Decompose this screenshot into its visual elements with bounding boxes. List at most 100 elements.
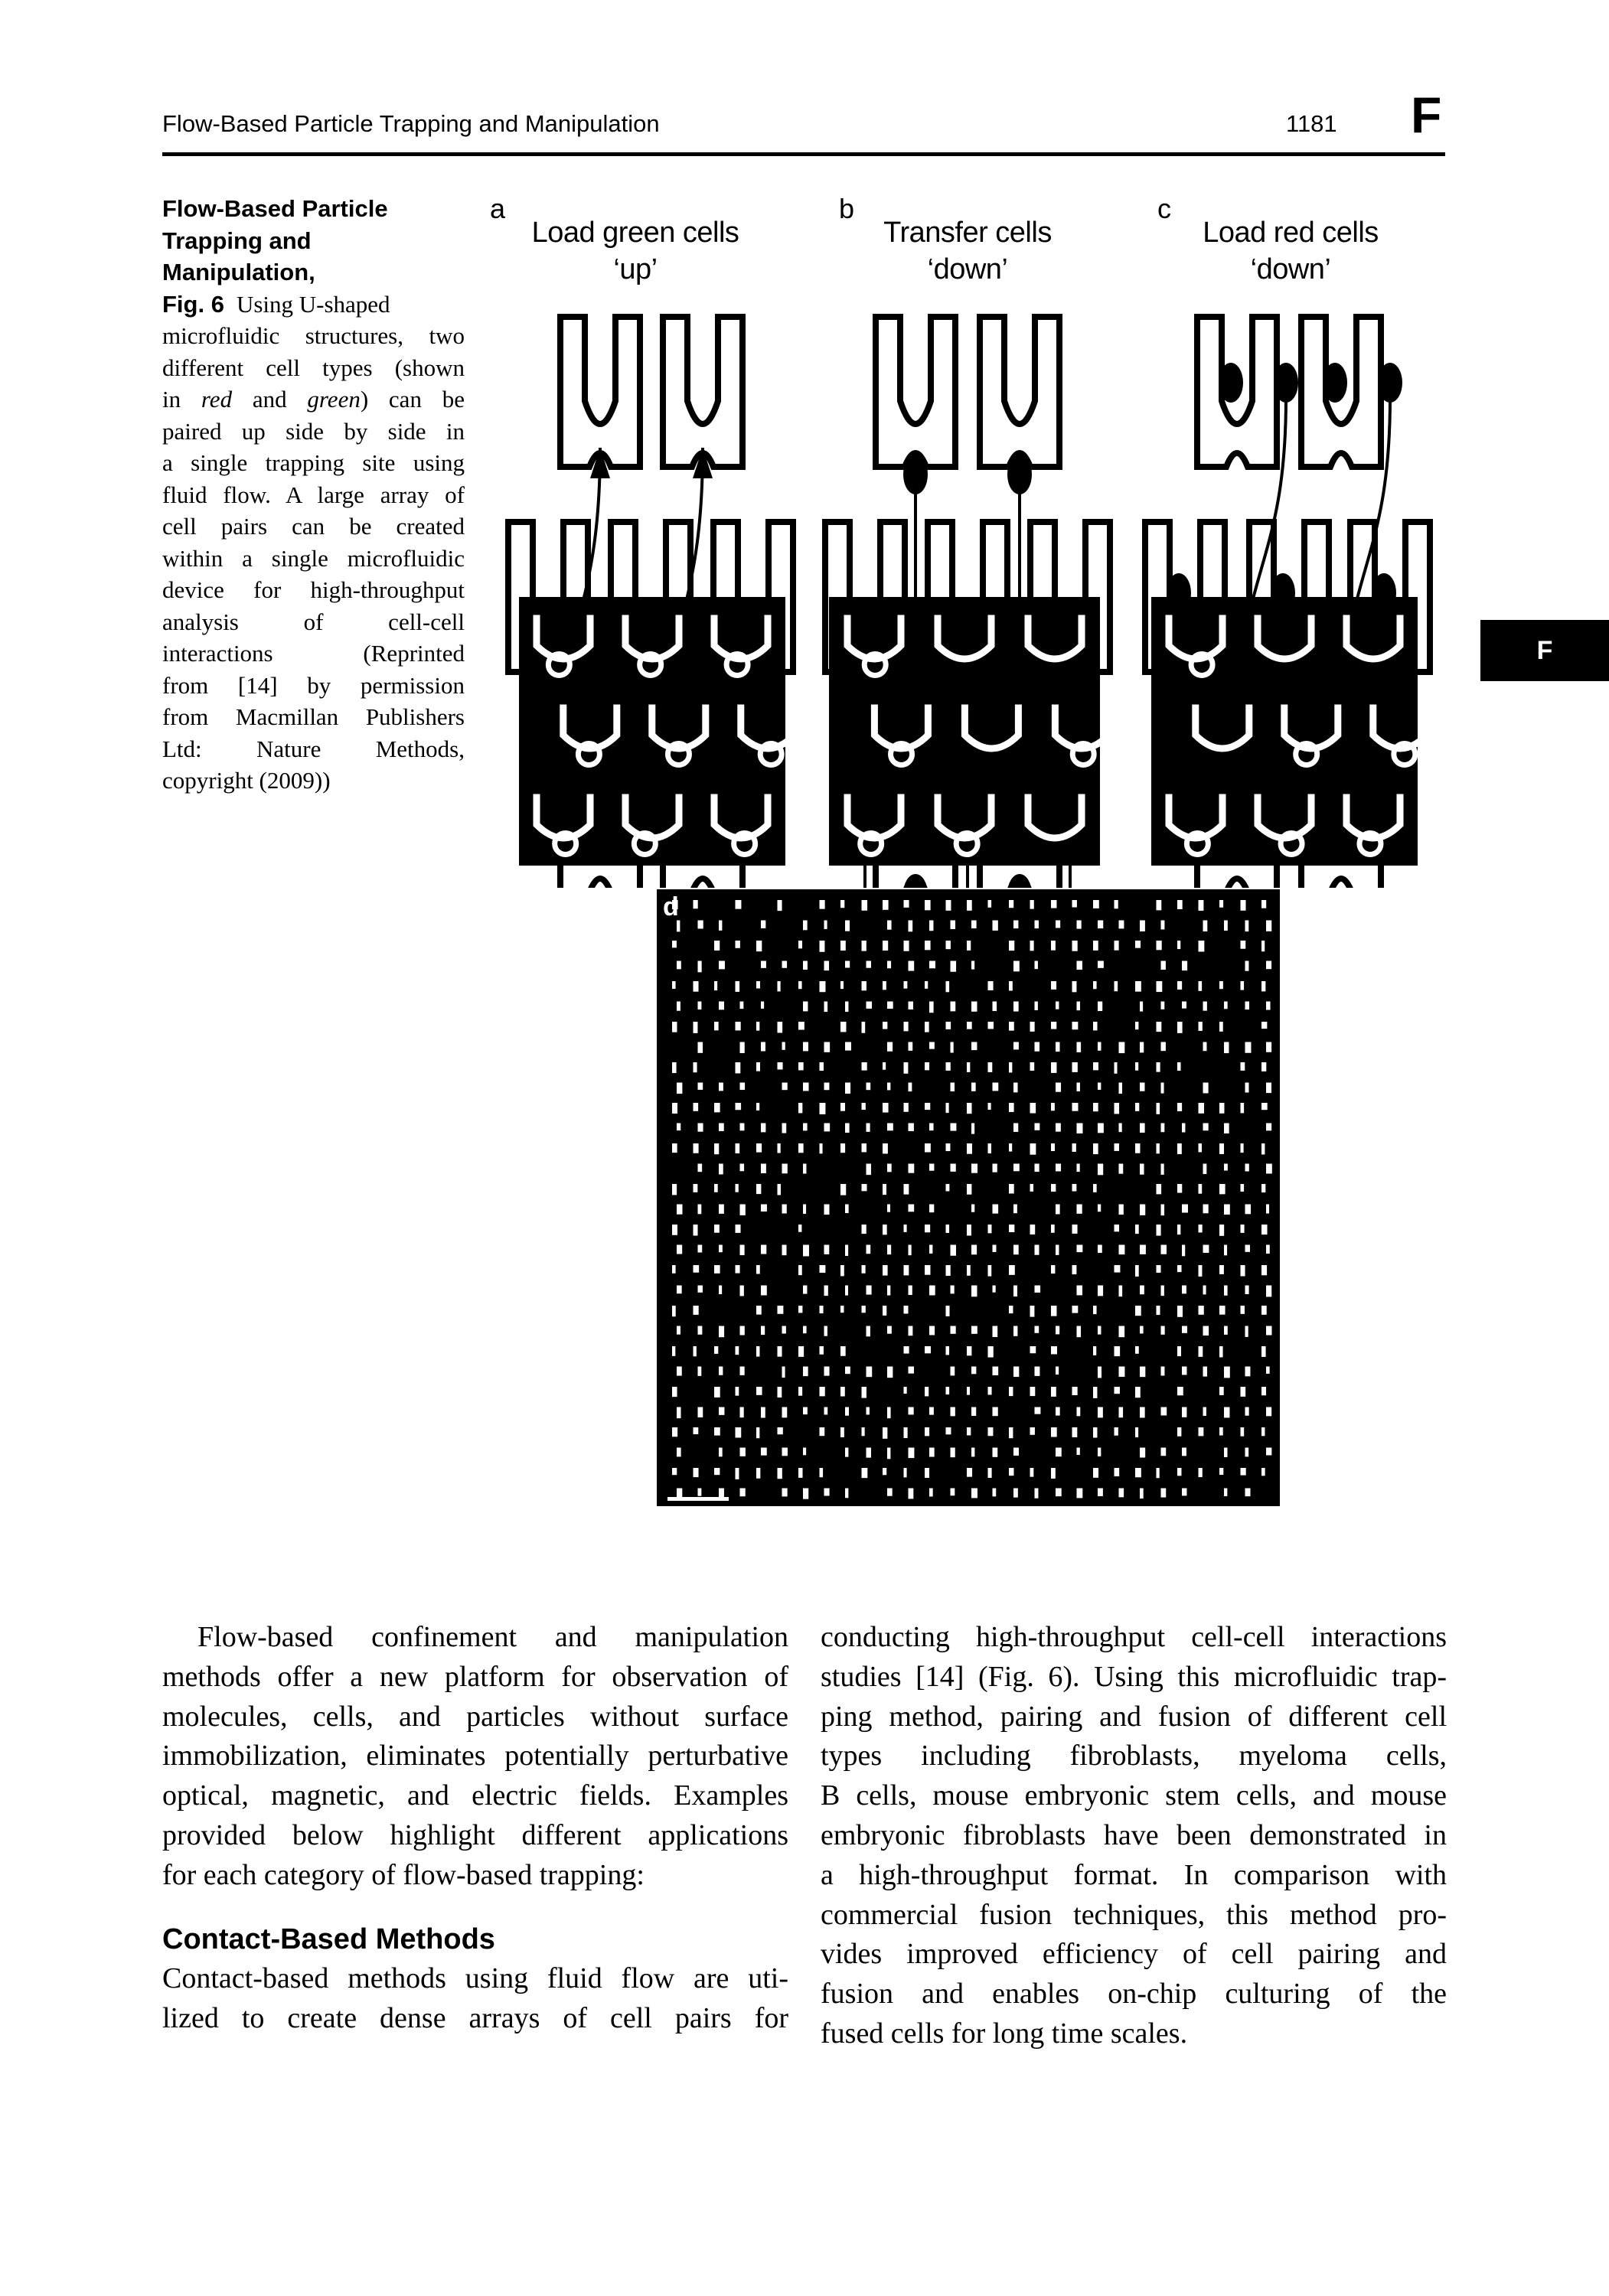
cell-pair-dot bbox=[925, 1062, 930, 1071]
cell-pair-dot bbox=[824, 1326, 827, 1336]
cell-pair-dot bbox=[1245, 920, 1249, 932]
cell-pair-dot bbox=[1198, 1022, 1203, 1031]
cell-pair-dot bbox=[1219, 1103, 1225, 1114]
cell-pair-dot bbox=[719, 1447, 723, 1457]
body-line: B cells, mouse embryonic stem cells, and… bbox=[821, 1779, 1447, 1812]
body-line: conducting high-throughput cell-cell int… bbox=[821, 1621, 1447, 1653]
cell-pair-dot bbox=[1245, 1407, 1249, 1416]
red-cell bbox=[1323, 363, 1347, 403]
cell-pair-dot bbox=[1140, 1285, 1144, 1295]
cell-pair-dot bbox=[1140, 1204, 1146, 1215]
cell-pair-dot bbox=[719, 1244, 723, 1253]
cell-pair-dot bbox=[1051, 1184, 1056, 1192]
body-line: optical, magnetic, and electric fields. … bbox=[162, 1779, 788, 1812]
cell-pair-dot bbox=[929, 1244, 933, 1254]
cell-pair-dot bbox=[824, 1366, 830, 1376]
cell-pair-dot bbox=[714, 1387, 720, 1397]
cell-pair-dot bbox=[992, 1447, 998, 1457]
cell-pair-dot bbox=[739, 1326, 745, 1336]
cell-pair-dot bbox=[1182, 1447, 1186, 1456]
cell-pair-dot bbox=[908, 1163, 915, 1173]
cell-pair-dot bbox=[866, 960, 871, 968]
cell-pair-dot bbox=[1135, 1022, 1139, 1030]
cell-pair-dot bbox=[1198, 900, 1204, 911]
cell-pair-dot bbox=[739, 1447, 746, 1456]
cell-pair-dot bbox=[1240, 941, 1246, 949]
cell-pair-dot bbox=[861, 1265, 866, 1274]
cell-pair-dot bbox=[1203, 1042, 1207, 1052]
cell-pair-dot bbox=[861, 981, 867, 991]
cell-pair-dot bbox=[1030, 1306, 1035, 1317]
cell-pair-dot bbox=[908, 1407, 914, 1415]
cell-pair-dot bbox=[1093, 1387, 1098, 1398]
cell-pair-dot bbox=[1118, 1042, 1125, 1054]
cell-pair-dot bbox=[1156, 1225, 1161, 1236]
cell-pair-dot bbox=[987, 1103, 991, 1110]
cell-pair-dot bbox=[735, 1346, 739, 1355]
cell-pair-dot bbox=[1240, 1143, 1244, 1153]
cell-pair-dot bbox=[883, 1265, 888, 1276]
cell-pair-dot bbox=[824, 1001, 828, 1013]
cell-pair-dot bbox=[1013, 1488, 1018, 1498]
cell-pair-dot bbox=[798, 1306, 803, 1313]
cell-pair-dot bbox=[1224, 1447, 1228, 1457]
cell-pair-dot bbox=[992, 1407, 998, 1417]
cell-pair-dot bbox=[1098, 1244, 1102, 1254]
cell-pair-dot bbox=[819, 1143, 823, 1154]
cell-pair-dot bbox=[1219, 1427, 1223, 1436]
cell-pair-dot bbox=[971, 1042, 977, 1051]
body-line: embryonic fibroblasts have been demonstr… bbox=[821, 1818, 1447, 1851]
cell-pair-dot bbox=[1076, 1082, 1080, 1092]
cell-pair-dot bbox=[1219, 1306, 1226, 1315]
cell-pair-dot bbox=[840, 1306, 844, 1313]
cell-pair-dot bbox=[756, 1427, 760, 1439]
cell-pair-dot bbox=[672, 1022, 677, 1032]
cell-pair-dot bbox=[1177, 1427, 1182, 1437]
cell-pair-dot bbox=[756, 1022, 760, 1031]
cell-pair-dot bbox=[908, 1326, 913, 1336]
cell-pair-dot bbox=[883, 1184, 886, 1195]
cell-pair-dot bbox=[1266, 1244, 1270, 1254]
cell-pair-dot bbox=[1072, 1387, 1078, 1395]
cell-pair-dot bbox=[861, 1468, 868, 1479]
cell-pair-dot bbox=[987, 1022, 994, 1029]
cell-pair-dot bbox=[945, 1265, 951, 1277]
cell-pair-dot bbox=[719, 1204, 724, 1214]
cell-pair-dot bbox=[903, 1265, 909, 1276]
green-cell bbox=[1274, 363, 1298, 403]
cell-pair-dot bbox=[1261, 1225, 1268, 1235]
cell-pair-dot bbox=[1056, 1001, 1059, 1009]
cell-pair-dot bbox=[1118, 1488, 1124, 1498]
cell-pair-dot bbox=[693, 1306, 699, 1315]
cell-pair-dot bbox=[903, 900, 909, 908]
cell-pair-dot bbox=[1114, 1265, 1121, 1273]
cell-pair-dot bbox=[929, 1488, 933, 1497]
cell-pair-dot bbox=[971, 1488, 977, 1499]
cell-pair-dot bbox=[945, 1427, 951, 1435]
cell-pair-dot bbox=[735, 941, 740, 948]
green-cell bbox=[1378, 363, 1402, 403]
cell-pair-dot bbox=[929, 1163, 935, 1171]
cell-pair-dot bbox=[950, 1082, 955, 1092]
cell-pair-dot bbox=[1219, 1468, 1224, 1476]
cell-pair-dot bbox=[1072, 1427, 1078, 1437]
cell-pair-dot bbox=[739, 1001, 744, 1009]
cell-pair-dot bbox=[1051, 900, 1057, 908]
cell-pair-dot bbox=[1198, 1225, 1203, 1233]
cell-pair-dot bbox=[819, 1346, 824, 1355]
cell-pair-dot bbox=[777, 1427, 783, 1435]
cell-pair-dot bbox=[950, 1488, 955, 1496]
cell-pair-dot bbox=[798, 941, 803, 949]
cell-pair-dot bbox=[1013, 1042, 1019, 1050]
cell-pair-dot bbox=[845, 1123, 850, 1133]
cell-pair-dot bbox=[967, 1062, 971, 1072]
cell-pair-dot bbox=[1009, 900, 1014, 908]
cell-pair-dot bbox=[1076, 1447, 1080, 1456]
cell-pair-dot bbox=[1034, 1407, 1041, 1414]
cell-pair-dot bbox=[1140, 1244, 1146, 1254]
cell-pair-dot bbox=[1245, 960, 1249, 971]
cell-pair-dot bbox=[1240, 981, 1245, 990]
cell-pair-dot bbox=[1009, 1103, 1014, 1112]
cell-pair-dot bbox=[1140, 1082, 1145, 1091]
cell-pair-dot bbox=[824, 960, 830, 971]
